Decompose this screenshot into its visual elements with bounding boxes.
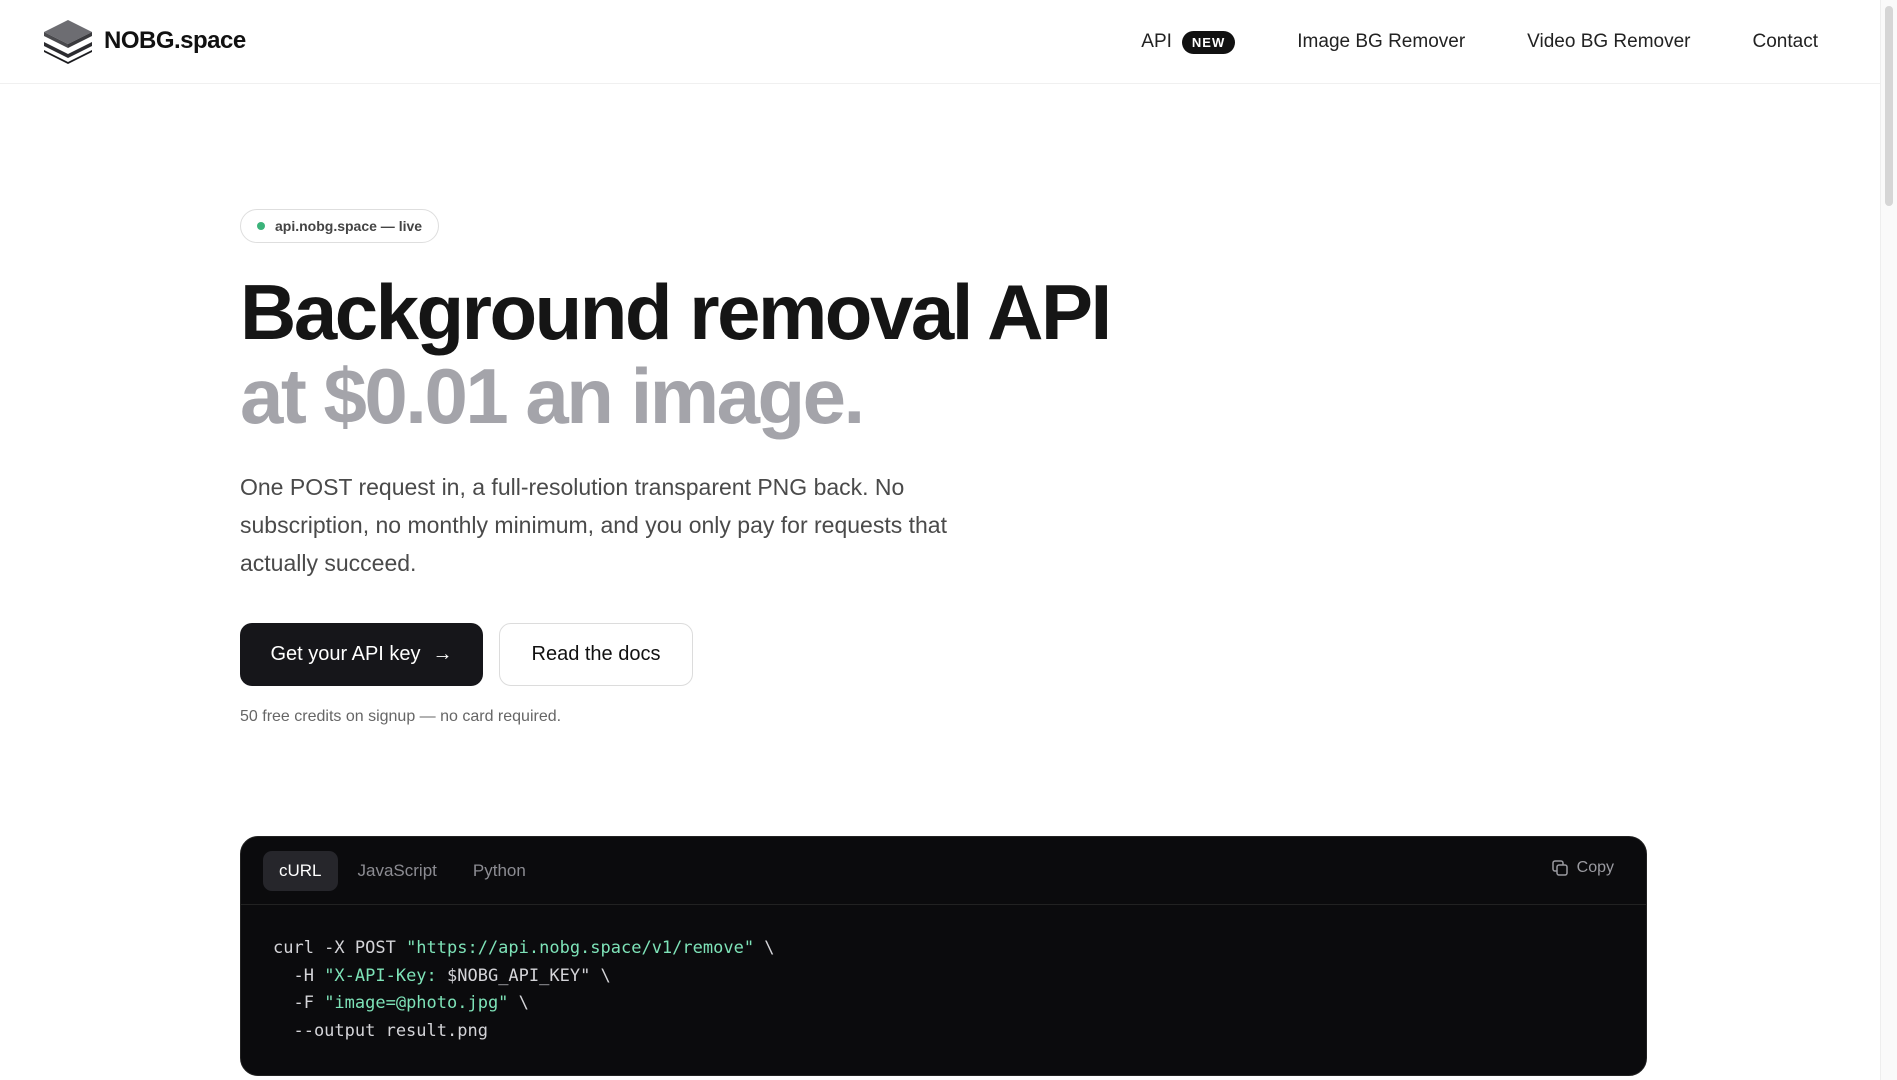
site-header: NOBG.space API NEW Image BG Remover Vide… xyxy=(0,0,1880,84)
code-string-token: "image=@photo.jpg" xyxy=(324,993,509,1013)
headline-line-1: Background removal API xyxy=(240,268,1112,356)
nav-item-video-bg-remover[interactable]: Video BG Remover xyxy=(1527,31,1690,53)
code-line: curl -X POST "https://api.nobg.space/v1/… xyxy=(273,935,1614,963)
nav-item-api[interactable]: API NEW xyxy=(1141,30,1236,54)
nav-item-image-bg-remover[interactable]: Image BG Remover xyxy=(1297,31,1465,53)
copy-icon xyxy=(1551,860,1568,876)
code-token: -H xyxy=(273,965,325,986)
code-example-panel: cURL JavaScript Python Copy curl -X POST… xyxy=(240,836,1647,1076)
code-token: \ xyxy=(754,938,775,958)
nav-item-contact[interactable]: Contact xyxy=(1753,31,1818,53)
logo[interactable]: NOBG.space xyxy=(42,18,246,64)
read-docs-label: Read the docs xyxy=(531,643,661,665)
code-line: --output result.png xyxy=(273,1018,1614,1046)
api-status-pill: api.nobg.space — live xyxy=(240,209,440,243)
arrow-right-icon: → xyxy=(432,643,453,665)
scrollbar-thumb[interactable] xyxy=(1885,6,1893,206)
code-line: -F "image=@photo.jpg" \ xyxy=(273,990,1614,1018)
tab-python[interactable]: Python xyxy=(457,851,542,891)
status-text: api.nobg.space — live xyxy=(275,218,423,234)
code-token: $NOBG_API_KEY" \ xyxy=(447,965,611,986)
code-token: -F xyxy=(273,993,325,1013)
hero-headline: Background removal API at $0.01 an image… xyxy=(240,268,1112,440)
main-nav: API NEW Image BG Remover Video BG Remove… xyxy=(1141,0,1818,84)
code-line: -H "X-API-Key: $NOBG_API_KEY" \ xyxy=(273,963,1614,991)
code-string-token: "X-API-Key: xyxy=(324,965,448,986)
get-api-key-button[interactable]: Get your API key → xyxy=(240,623,483,686)
code-tabs: cURL JavaScript Python Copy xyxy=(241,837,1646,905)
tab-curl[interactable]: cURL xyxy=(263,850,338,891)
copy-label: Copy xyxy=(1576,859,1614,876)
new-badge: NEW xyxy=(1181,30,1236,54)
get-api-key-label: Get your API key xyxy=(270,643,421,665)
brand-name: NOBG.space xyxy=(104,27,246,54)
headline-line-2: at $0.01 an image. xyxy=(240,352,865,440)
read-docs-button[interactable]: Read the docs xyxy=(499,623,693,686)
code-token: curl -X POST xyxy=(273,938,407,958)
code-token: \ xyxy=(508,993,529,1013)
code-token: --output result.png xyxy=(273,1020,488,1041)
tab-javascript[interactable]: JavaScript xyxy=(342,851,453,891)
page-scrollbar[interactable] xyxy=(1880,0,1897,1080)
copy-button[interactable]: Copy xyxy=(1551,859,1614,877)
status-dot-icon xyxy=(257,222,265,230)
layers-logo-icon xyxy=(44,20,92,64)
hero-description: One POST request in, a full-resolution t… xyxy=(240,474,947,576)
code-block[interactable]: curl -X POST "https://api.nobg.space/v1/… xyxy=(241,905,1646,1075)
signup-note: 50 free credits on signup — no card requ… xyxy=(240,708,562,725)
nav-item-label: API xyxy=(1141,31,1172,52)
code-string-token: "https://api.nobg.space/v1/remove" xyxy=(406,938,755,958)
